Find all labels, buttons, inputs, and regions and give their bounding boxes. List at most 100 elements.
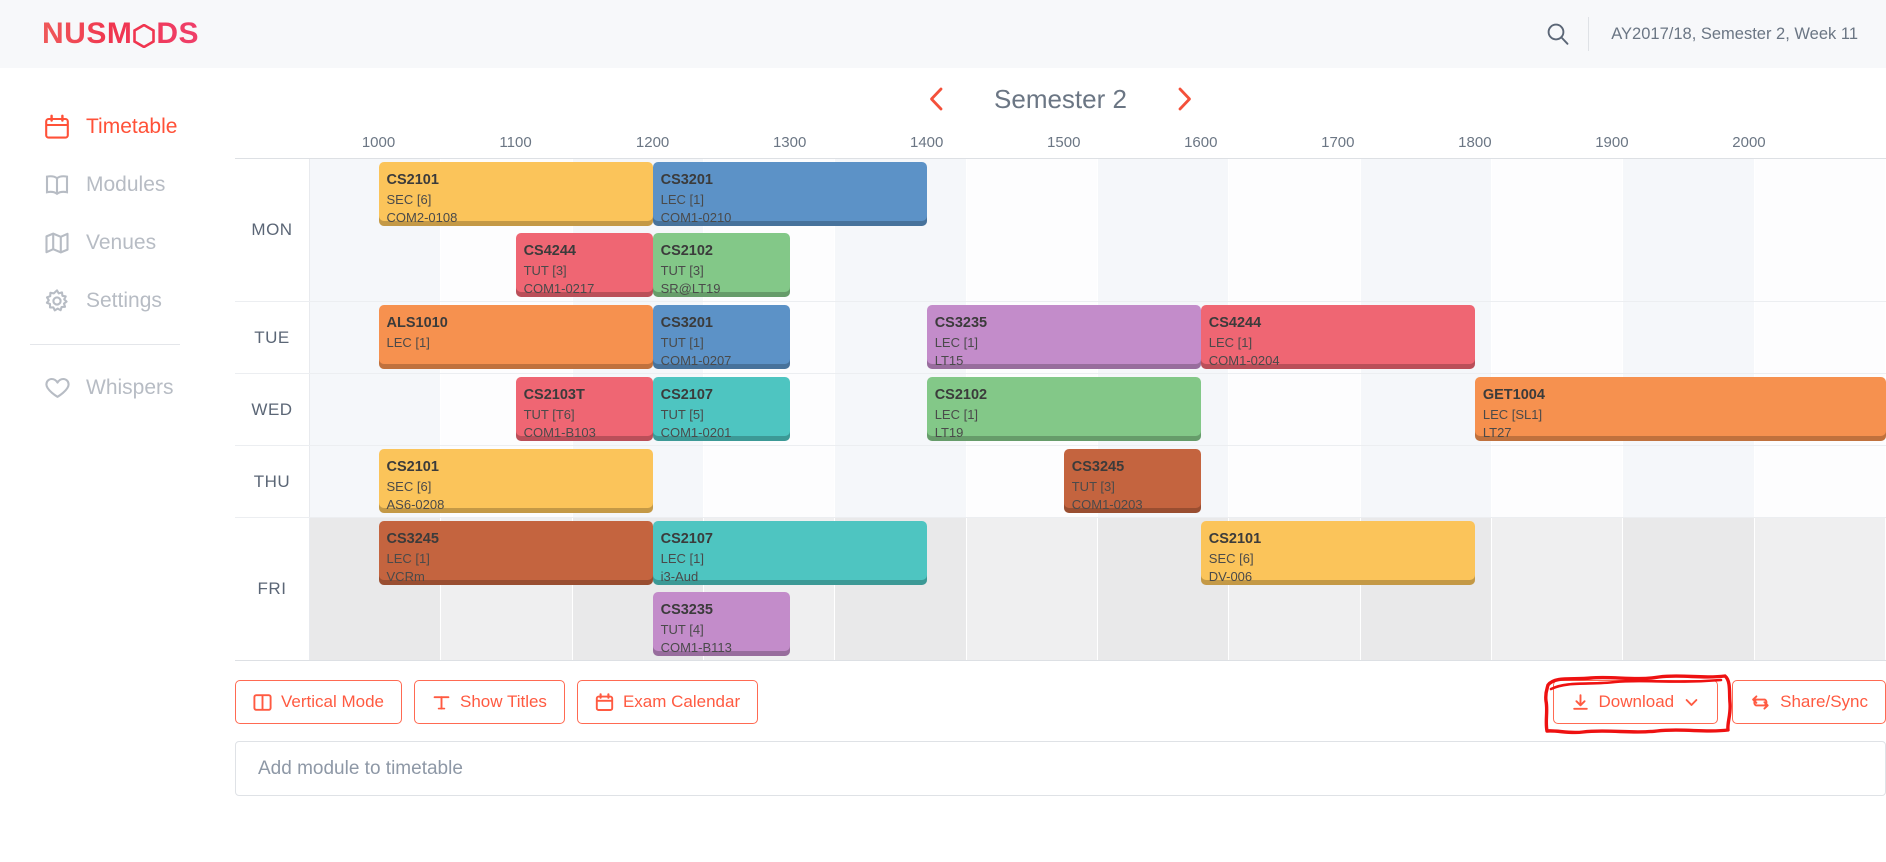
timetable-day-row: WED CS2103T TUT [T6] COM1-B103 CS2107 TUT [5]… bbox=[235, 374, 1886, 446]
timetable-day-row: FRI CS3245 LEC [1] VCRm CS2107 LEC [1] i3-Aud C… bbox=[235, 518, 1886, 660]
lesson-lane: CS2101 SEC [6] COM2-0108 CS3201 LEC [1] COM1-… bbox=[310, 159, 1886, 230]
lesson-venue: LT27 bbox=[1482, 425, 1512, 441]
time-axis-label: 1700 bbox=[1321, 134, 1355, 151]
lesson-block[interactable]: CS2102 LEC [1] LT19 bbox=[926, 377, 1201, 441]
day-lanes: CS3245 LEC [1] VCRm CS2107 LEC [1] i3-Aud CS21… bbox=[310, 518, 1886, 660]
time-axis-label: 1100 bbox=[499, 134, 532, 151]
lesson-module-code: CS4244 bbox=[1208, 315, 1262, 331]
lesson-module-code: CS2107 bbox=[660, 531, 713, 547]
lesson-lane: CS3245 LEC [1] VCRm CS2107 LEC [1] i3-Aud CS21… bbox=[310, 518, 1886, 589]
lesson-venue: COM1-0201 bbox=[660, 425, 732, 441]
lesson-block[interactable]: GET1004 LEC [SL1] LT27 bbox=[1474, 377, 1886, 441]
lesson-block[interactable]: CS2107 TUT [5] COM1-0201 bbox=[652, 377, 790, 441]
nusmods-app: NUSM DS AY2017/18, Semester 2, Week 11 T… bbox=[0, 0, 1886, 862]
columns-icon bbox=[253, 693, 272, 712]
add-module-input[interactable]: Add module to timetable bbox=[235, 741, 1886, 796]
button-label: Show Titles bbox=[460, 692, 547, 711]
sidebar-item-timetable[interactable]: Timetable bbox=[0, 98, 235, 156]
lesson-block[interactable]: CS3201 TUT [1] COM1-0207 bbox=[652, 305, 790, 369]
vertical-mode-button[interactable]: Vertical Mode bbox=[235, 680, 402, 724]
lesson-type: TUT [3] bbox=[1071, 478, 1115, 494]
chevron-down-icon bbox=[1683, 694, 1700, 711]
day-label: MON bbox=[235, 159, 310, 301]
lesson-type: LEC [SL1] bbox=[1482, 406, 1543, 422]
search-icon[interactable] bbox=[1528, 0, 1588, 68]
sidebar-item-modules[interactable]: Modules bbox=[0, 156, 235, 214]
lesson-type: LEC [1] bbox=[386, 550, 430, 566]
day-lanes: CS2103T TUT [T6] COM1-B103 CS2107 TUT [5] COM… bbox=[310, 374, 1886, 445]
lesson-module-code: CS2101 bbox=[386, 459, 439, 475]
lesson-block[interactable]: CS3201 LEC [1] COM1-0210 bbox=[652, 162, 927, 226]
time-axis-label: 1200 bbox=[635, 134, 670, 151]
lesson-block[interactable]: CS3245 LEC [1] VCRm bbox=[378, 521, 653, 585]
lesson-module-code: CS2101 bbox=[1208, 531, 1262, 547]
sidebar-item-settings[interactable]: Settings bbox=[0, 272, 235, 330]
lesson-block[interactable]: CS4244 TUT [3] COM1-0217 bbox=[515, 233, 653, 297]
day-label: WED bbox=[235, 374, 310, 445]
lesson-module-code: CS2102 bbox=[934, 387, 988, 403]
lesson-block[interactable]: CS3235 LEC [1] LT15 bbox=[926, 305, 1201, 369]
timetable-toolbar: Vertical Mode Show Titles Exam Calendar … bbox=[235, 674, 1886, 735]
sidebar-item-label: Settings bbox=[86, 289, 162, 312]
lesson-venue: DV-006 bbox=[1208, 569, 1253, 585]
button-label: Share/Sync bbox=[1780, 692, 1868, 711]
logo-text-before: NUSM bbox=[42, 17, 133, 50]
lesson-block[interactable]: CS2103T TUT [T6] COM1-B103 bbox=[515, 377, 653, 441]
show-titles-button[interactable]: Show Titles bbox=[414, 680, 565, 724]
lesson-block[interactable]: CS2101 SEC [6] COM2-0108 bbox=[378, 162, 653, 226]
lesson-block[interactable]: CS2107 LEC [1] i3-Aud bbox=[652, 521, 927, 585]
lesson-venue: VCRm bbox=[386, 569, 425, 585]
next-semester-button[interactable] bbox=[1173, 85, 1195, 113]
lesson-block[interactable]: ALS1010 LEC [1] bbox=[378, 305, 653, 369]
lesson-module-code: CS3245 bbox=[1071, 459, 1125, 475]
day-label: TUE bbox=[235, 302, 310, 373]
navbar-right: AY2017/18, Semester 2, Week 11 bbox=[1528, 0, 1886, 68]
lesson-block[interactable]: CS4244 LEC [1] COM1-0204 bbox=[1200, 305, 1475, 369]
lesson-block[interactable]: CS2101 SEC [6] AS6-0208 bbox=[378, 449, 653, 513]
time-axis-label: 1300 bbox=[772, 134, 807, 151]
lesson-module-code: CS2107 bbox=[660, 387, 713, 403]
download-button[interactable]: Download bbox=[1552, 680, 1719, 724]
nusmods-logo[interactable]: NUSM DS bbox=[42, 19, 199, 49]
sidebar-item-label: Timetable bbox=[86, 115, 178, 138]
lesson-type: TUT [3] bbox=[660, 262, 704, 278]
type-icon bbox=[432, 693, 451, 712]
lesson-venue: COM1-0204 bbox=[1208, 353, 1280, 369]
lesson-venue: COM1-0203 bbox=[1071, 497, 1143, 513]
semester-navigation: Semester 2 bbox=[235, 68, 1886, 122]
sidebar-item-label: Modules bbox=[86, 173, 166, 196]
lesson-module-code: ALS1010 bbox=[386, 315, 448, 331]
time-axis-label: 1400 bbox=[910, 134, 944, 151]
lesson-module-code: CS3201 bbox=[660, 172, 713, 188]
lesson-type: TUT [4] bbox=[660, 621, 704, 637]
main-content: Semester 2 1000 1100 1200 1300 1400 1500 1600 1… bbox=[235, 68, 1886, 862]
time-axis-label: 1800 bbox=[1458, 134, 1492, 151]
button-label: Download bbox=[1598, 692, 1675, 711]
lesson-module-code: CS3201 bbox=[660, 315, 713, 331]
exam-calendar-button[interactable]: Exam Calendar bbox=[576, 680, 759, 724]
button-label: Exam Calendar bbox=[622, 692, 741, 711]
calendar-icon bbox=[595, 692, 614, 712]
top-navbar: NUSM DS AY2017/18, Semester 2, Week 11 bbox=[0, 0, 1886, 68]
sidebar-item-whispers[interactable]: Whispers bbox=[0, 359, 235, 417]
timetable: 1000 1100 1200 1300 1400 1500 1600 1700 1800 1900… bbox=[235, 130, 1886, 661]
sidebar-item-venues[interactable]: Venues bbox=[0, 214, 235, 272]
lesson-venue: LT19 bbox=[934, 425, 964, 441]
lesson-block[interactable]: CS2102 TUT [3] SR@LT19 bbox=[652, 233, 790, 297]
time-axis-label: 2000 bbox=[1732, 134, 1766, 151]
lesson-venue: LT15 bbox=[934, 353, 964, 369]
lesson-block[interactable]: CS2101 SEC [6] DV-006 bbox=[1200, 521, 1475, 585]
time-axis-label: 1000 bbox=[361, 134, 396, 151]
share-sync-button[interactable]: Share/Sync bbox=[1732, 680, 1886, 724]
lesson-venue: COM1-B113 bbox=[660, 640, 732, 656]
timetable-day-row: MON CS2101 SEC [6] COM2-0108 CS3201 LEC [1] CO… bbox=[235, 159, 1886, 302]
download-icon bbox=[1571, 693, 1590, 712]
lesson-lane: CS2101 SEC [6] AS6-0208 CS3245 TUT [3] COM1-0… bbox=[310, 446, 1886, 517]
prev-semester-button[interactable] bbox=[926, 85, 948, 113]
lesson-block[interactable]: CS3235 TUT [4] COM1-B113 bbox=[652, 592, 790, 656]
lesson-block[interactable]: CS3245 TUT [3] COM1-0203 bbox=[1063, 449, 1201, 513]
logo-text-after: DS bbox=[156, 17, 200, 50]
lesson-venue: SR@LT19 bbox=[660, 281, 721, 297]
day-lanes: CS2101 SEC [6] AS6-0208 CS3245 TUT [3] COM1-0… bbox=[310, 446, 1886, 517]
page-title: Semester 2 bbox=[994, 83, 1127, 114]
